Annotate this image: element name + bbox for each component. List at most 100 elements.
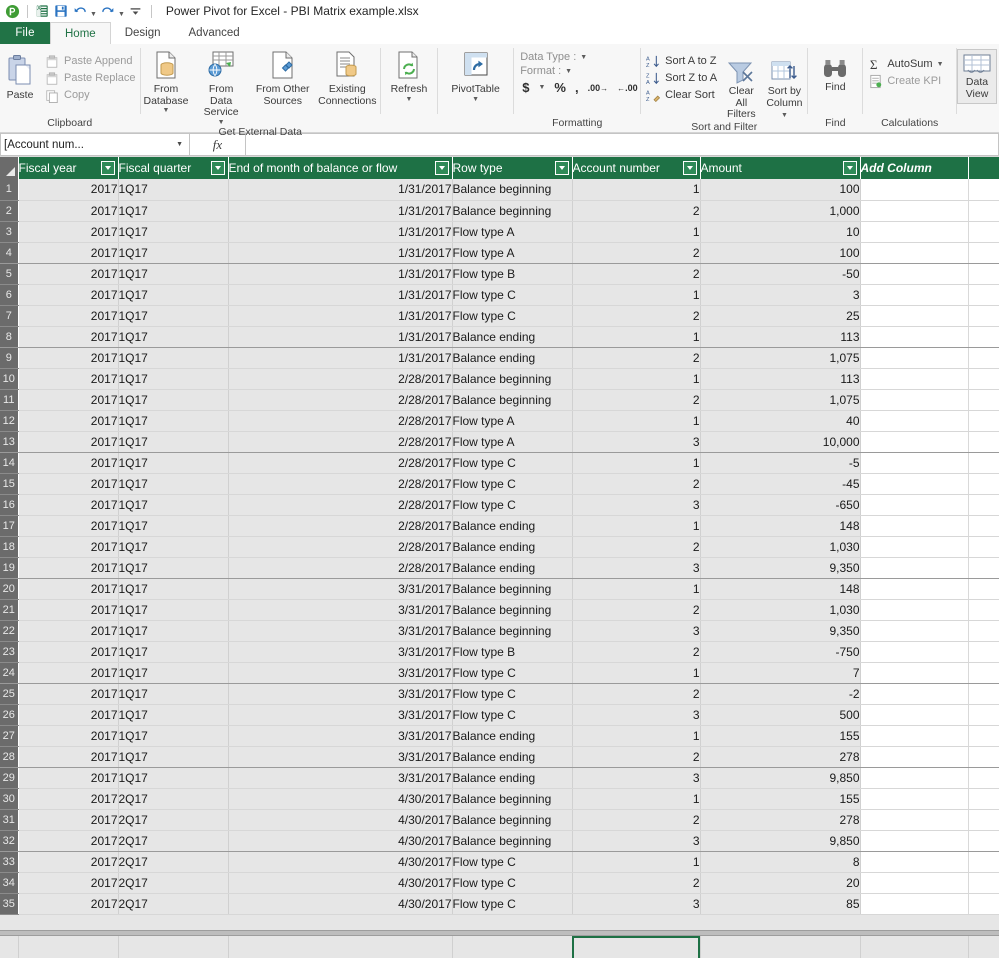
row-number-header[interactable]: 24	[0, 662, 19, 684]
row-number-header[interactable]: 15	[0, 473, 19, 495]
cell-fiscal-quarter[interactable]: 2Q17	[118, 893, 229, 915]
cell-amount[interactable]: 500	[700, 704, 861, 726]
cell-fiscal-year[interactable]: 2017	[18, 683, 119, 705]
cell-fiscal-quarter[interactable]: 1Q17	[118, 284, 229, 306]
table-row[interactable]: 23 2017 1Q17 3/31/2017 Flow type B 2 -750	[0, 641, 999, 663]
cell-fiscal-quarter[interactable]: 2Q17	[118, 830, 229, 852]
cell-row-type[interactable]: Flow type C	[452, 452, 573, 474]
cell-fiscal-quarter[interactable]: 1Q17	[118, 410, 229, 432]
cell-account-number[interactable]: 3	[572, 431, 701, 453]
cell-account-number[interactable]: 1	[572, 578, 701, 600]
table-row[interactable]: 2 2017 1Q17 1/31/2017 Balance beginning 2 1,00…	[0, 200, 999, 222]
cell-row-type[interactable]: Balance beginning	[452, 809, 573, 831]
cell-row-type[interactable]: Flow type C	[452, 872, 573, 894]
cell-account-number[interactable]: 2	[572, 389, 701, 411]
cell-account-number[interactable]: 2	[572, 683, 701, 705]
cell-fiscal-quarter[interactable]: 1Q17	[118, 368, 229, 390]
cell-row-type[interactable]: Balance beginning	[452, 830, 573, 852]
cell-row-type[interactable]: Balance beginning	[452, 368, 573, 390]
cell-amount[interactable]: 1,030	[700, 599, 861, 621]
cell-fiscal-quarter[interactable]: 1Q17	[118, 599, 229, 621]
cell-account-number[interactable]: 2	[572, 263, 701, 285]
format-dropdown-icon[interactable]: ▼	[565, 68, 572, 75]
cell-amount[interactable]: 148	[700, 578, 861, 600]
cell-row-type[interactable]: Flow type C	[452, 494, 573, 516]
row-number-header[interactable]: 13	[0, 431, 19, 453]
cell-end-of-month[interactable]: 2/28/2017	[228, 410, 453, 432]
table-row[interactable]: 30 2017 2Q17 4/30/2017 Balance beginning 1 155	[0, 788, 999, 810]
measure-cell-add-column[interactable]	[860, 936, 969, 958]
cell-row-type[interactable]: Balance ending	[452, 746, 573, 768]
paste-replace-button[interactable]: Paste Replace	[40, 70, 140, 87]
cell-account-number[interactable]: 2	[572, 641, 701, 663]
cell-amount[interactable]: -650	[700, 494, 861, 516]
cell-fiscal-quarter[interactable]: 1Q17	[118, 662, 229, 684]
autosum-button[interactable]: Σ AutoSum ▼	[863, 56, 947, 73]
cell-add-column[interactable]	[860, 599, 969, 621]
row-number-header[interactable]: 12	[0, 410, 19, 432]
cell-fiscal-year[interactable]: 2017	[18, 872, 119, 894]
cell-account-number[interactable]: 1	[572, 788, 701, 810]
cell-account-number[interactable]: 3	[572, 830, 701, 852]
from-data-service-dropdown-icon[interactable]: ▼	[218, 119, 225, 126]
cell-fiscal-quarter[interactable]: 1Q17	[118, 431, 229, 453]
cell-fiscal-year[interactable]: 2017	[18, 578, 119, 600]
cell-fiscal-year[interactable]: 2017	[18, 536, 119, 558]
cell-amount[interactable]: 8	[700, 851, 861, 873]
cell-end-of-month[interactable]: 4/30/2017	[228, 830, 453, 852]
cell-add-column[interactable]	[860, 347, 969, 369]
row-number-header[interactable]: 23	[0, 641, 19, 663]
table-row[interactable]: 16 2017 1Q17 2/28/2017 Flow type C 3 -650	[0, 494, 999, 516]
cell-fiscal-year[interactable]: 2017	[18, 767, 119, 789]
cell-row-type[interactable]: Flow type C	[452, 893, 573, 915]
cell-account-number[interactable]: 1	[572, 221, 701, 243]
cell-add-column[interactable]	[860, 410, 969, 432]
from-database-button[interactable]: From Database ▼	[141, 48, 192, 114]
table-row[interactable]: 33 2017 2Q17 4/30/2017 Flow type C18	[0, 851, 999, 873]
cell-end-of-month[interactable]: 3/31/2017	[228, 620, 453, 642]
cell-end-of-month[interactable]: 2/28/2017	[228, 515, 453, 537]
create-kpi-button[interactable]: Create KPI	[863, 73, 947, 90]
row-number-header[interactable]: 1	[0, 179, 19, 201]
cell-amount[interactable]: 9,350	[700, 620, 861, 642]
table-row[interactable]: 29 2017 1Q17 3/31/2017 Balance ending 3 9,850	[0, 767, 999, 789]
cell-end-of-month[interactable]: 2/28/2017	[228, 452, 453, 474]
cell-fiscal-year[interactable]: 2017	[18, 263, 119, 285]
cell-add-column[interactable]	[860, 662, 969, 684]
row-number-header[interactable]: 3	[0, 221, 19, 243]
cell-amount[interactable]: 1,075	[700, 347, 861, 369]
row-number-header[interactable]: 11	[0, 389, 19, 411]
table-row[interactable]: 13 2017 1Q17 2/28/2017 Flow type A 3 10,000	[0, 431, 999, 453]
row-number-header[interactable]: 31	[0, 809, 19, 831]
cell-row-type[interactable]: Balance ending	[452, 557, 573, 579]
cell-fiscal-year[interactable]: 2017	[18, 830, 119, 852]
cell-fiscal-quarter[interactable]: 2Q17	[118, 788, 229, 810]
currency-format-icon[interactable]: $	[522, 80, 529, 95]
table-row[interactable]: 22 2017 1Q17 3/31/2017 Balance beginning 3 9,3…	[0, 620, 999, 642]
cell-add-column[interactable]	[860, 200, 969, 222]
excel-icon[interactable]: X	[33, 2, 51, 20]
cell-account-number[interactable]: 3	[572, 893, 701, 915]
table-row[interactable]: 3 2017 1Q17 1/31/2017 Flow type A 1 10	[0, 221, 999, 243]
cell-account-number[interactable]: 1	[572, 452, 701, 474]
cell-fiscal-quarter[interactable]: 1Q17	[118, 515, 229, 537]
table-row[interactable]: 4 2017 1Q17 1/31/2017 Flow type A 2 100	[0, 242, 999, 264]
cell-end-of-month[interactable]: 3/31/2017	[228, 662, 453, 684]
cell-add-column[interactable]	[860, 767, 969, 789]
measure-cell-amount[interactable]	[700, 936, 861, 958]
table-row[interactable]: 6 2017 1Q17 1/31/2017 Flow type C13	[0, 284, 999, 306]
cell-fiscal-year[interactable]: 2017	[18, 494, 119, 516]
cell-add-column[interactable]	[860, 221, 969, 243]
select-all-corner[interactable]	[0, 157, 19, 179]
cell-fiscal-quarter[interactable]: 1Q17	[118, 620, 229, 642]
format-row[interactable]: Format : ▼	[514, 64, 578, 78]
cell-fiscal-year[interactable]: 2017	[18, 452, 119, 474]
cell-account-number[interactable]: 2	[572, 347, 701, 369]
data-type-dropdown-icon[interactable]: ▼	[580, 54, 587, 61]
cell-account-number[interactable]: 1	[572, 662, 701, 684]
row-number-header[interactable]: 8	[0, 326, 19, 348]
row-number-header[interactable]: 7	[0, 305, 19, 327]
cell-end-of-month[interactable]: 3/31/2017	[228, 704, 453, 726]
cell-amount[interactable]: -5	[700, 452, 861, 474]
cell-row-type[interactable]: Flow type C	[452, 683, 573, 705]
